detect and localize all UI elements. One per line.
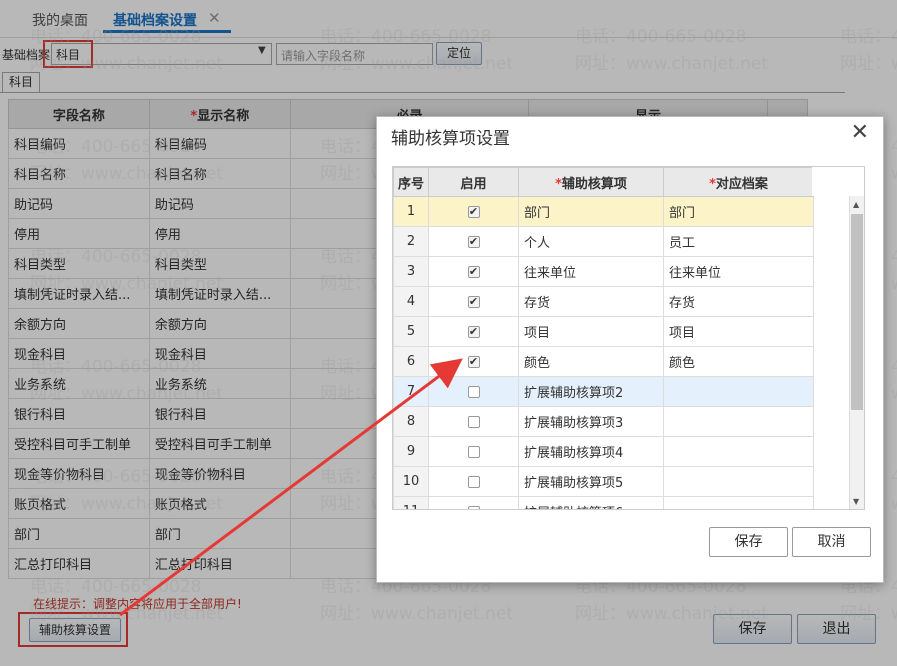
seq-cell: 6 (393, 346, 429, 377)
archive-cell[interactable]: 存货 (663, 286, 814, 317)
enabled-cell: ✔ (428, 226, 519, 257)
enabled-checkbox[interactable]: ✔ (467, 295, 480, 308)
enabled-cell (428, 406, 519, 437)
aux-item-cell[interactable]: 扩展辅助核算项4 (518, 436, 664, 467)
archive-cell[interactable]: 部门 (663, 196, 814, 227)
aux-item-row[interactable]: 2 ✔ 个人 员工 (393, 226, 814, 257)
aux-item-cell[interactable]: 存货 (518, 286, 664, 317)
aux-item-row[interactable]: 5 ✔ 项目 项目 (393, 316, 814, 347)
aux-item-cell[interactable]: 个人 (518, 226, 664, 257)
enabled-checkbox[interactable]: ✔ (467, 265, 480, 278)
aux-item-cell[interactable]: 扩展辅助核算项2 (518, 376, 664, 407)
aux-item-row[interactable]: 4 ✔ 存货 存货 (393, 286, 814, 317)
enabled-checkbox[interactable] (467, 475, 480, 488)
aux-item-cell[interactable]: 颜色 (518, 346, 664, 377)
enabled-cell (428, 436, 519, 467)
archive-cell[interactable]: 员工 (663, 226, 814, 257)
aux-item-row[interactable]: 9 扩展辅助核算项4 (393, 436, 814, 467)
aux-item-cell[interactable]: 往来单位 (518, 256, 664, 287)
seq-cell: 8 (393, 406, 429, 437)
enabled-cell (428, 466, 519, 497)
aux-items-table: 序号 启用 *辅助核算项 *对应档案 1 ✔ 部门 部门 2 ✔ 个人 员工 3 ✔ 往来单位 往来单… (393, 167, 814, 509)
seq-cell: 7 (393, 376, 429, 407)
seq-cell: 4 (393, 286, 429, 317)
col-archive-label: 对应档案 (715, 176, 768, 192)
enabled-checkbox[interactable] (467, 445, 480, 458)
enabled-cell: ✔ (428, 256, 519, 287)
close-icon[interactable]: ✕ (851, 120, 869, 145)
scroll-down-icon[interactable]: ▼ (853, 497, 859, 506)
aux-item-cell[interactable]: 扩展辅助核算项6 (518, 496, 664, 509)
enabled-checkbox[interactable]: ✔ (467, 235, 480, 248)
seq-cell: 1 (393, 196, 429, 227)
seq-cell: 5 (393, 316, 429, 347)
aux-item-cell[interactable]: 扩展辅助核算项5 (518, 466, 664, 497)
grid-header-filler (812, 167, 864, 196)
seq-cell: 9 (393, 436, 429, 467)
seq-cell: 3 (393, 256, 429, 287)
archive-cell[interactable]: 颜色 (663, 346, 814, 377)
enabled-cell: ✔ (428, 286, 519, 317)
col-seq: 序号 (393, 167, 429, 197)
aux-item-cell[interactable]: 扩展辅助核算项3 (518, 406, 664, 437)
aux-item-row[interactable]: 11 扩展辅助核算项6 (393, 496, 814, 509)
aux-item-row[interactable]: 6 ✔ 颜色 颜色 (393, 346, 814, 377)
aux-items-grid: 序号 启用 *辅助核算项 *对应档案 1 ✔ 部门 部门 2 ✔ 个人 员工 3 ✔ 往来单位 往来单… (392, 166, 865, 510)
enabled-cell (428, 376, 519, 407)
aux-item-row[interactable]: 8 扩展辅助核算项3 (393, 406, 814, 437)
seq-cell: 2 (393, 226, 429, 257)
dialog-cancel-button[interactable]: 取消 (792, 527, 871, 557)
aux-item-row[interactable]: 7 扩展辅助核算项2 (393, 376, 814, 407)
aux-item-row[interactable]: 10 扩展辅助核算项5 (393, 466, 814, 497)
archive-cell[interactable] (663, 466, 814, 497)
archive-cell[interactable] (663, 496, 814, 509)
col-archive: *对应档案 (663, 167, 814, 197)
archive-cell[interactable]: 项目 (663, 316, 814, 347)
aux-item-row[interactable]: 3 ✔ 往来单位 往来单位 (393, 256, 814, 287)
seq-cell: 10 (393, 466, 429, 497)
enabled-checkbox[interactable]: ✔ (467, 355, 480, 368)
aux-accounting-dialog: 辅助核算项设置 ✕ 序号 启用 *辅助核算项 *对应档案 1 ✔ 部门 部门 2 ✔ 个人员… (376, 116, 884, 583)
scroll-up-icon[interactable]: ▲ (853, 200, 859, 209)
enabled-cell: ✔ (428, 316, 519, 347)
aux-item-row[interactable]: 1 ✔ 部门 部门 (393, 196, 814, 227)
col-enabled: 启用 (428, 167, 519, 197)
archive-cell[interactable] (663, 436, 814, 467)
enabled-checkbox[interactable]: ✔ (467, 325, 480, 338)
col-aux-item: *辅助核算项 (518, 167, 664, 197)
archive-cell[interactable] (663, 376, 814, 407)
enabled-checkbox[interactable] (467, 385, 480, 398)
aux-item-cell[interactable]: 项目 (518, 316, 664, 347)
enabled-checkbox[interactable] (467, 505, 480, 509)
required-mark: * (555, 176, 562, 192)
enabled-cell: ✔ (428, 196, 519, 227)
required-mark: * (709, 176, 716, 192)
seq-cell: 11 (393, 496, 429, 509)
enabled-cell (428, 496, 519, 509)
archive-cell[interactable] (663, 406, 814, 437)
enabled-cell: ✔ (428, 346, 519, 377)
dialog-title: 辅助核算项设置 (391, 129, 510, 149)
enabled-checkbox[interactable] (467, 415, 480, 428)
scrollbar-thumb[interactable] (851, 214, 863, 410)
aux-item-cell[interactable]: 部门 (518, 196, 664, 227)
col-aux-item-label: 辅助核算项 (561, 176, 627, 192)
dialog-save-button[interactable]: 保存 (709, 527, 788, 557)
enabled-checkbox[interactable]: ✔ (467, 205, 480, 218)
archive-cell[interactable]: 往来单位 (663, 256, 814, 287)
